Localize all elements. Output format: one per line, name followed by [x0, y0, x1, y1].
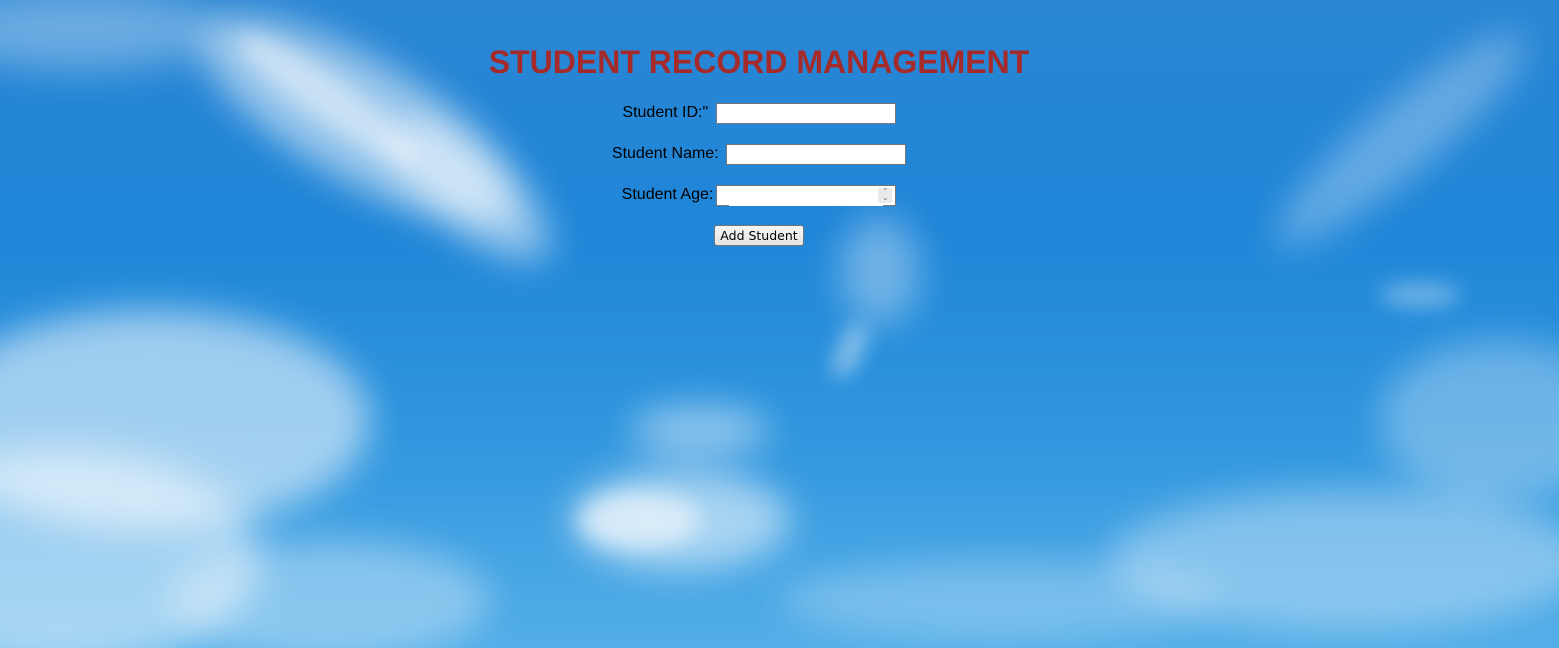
page-title: STUDENT RECORD MANAGEMENT — [488, 44, 1030, 80]
add-student-button[interactable]: Add Student — [714, 225, 804, 246]
student-age-field[interactable]: ⌃ ⌄ — [716, 184, 897, 206]
spinner-up-down-icon[interactable]: ⌃ ⌄ — [878, 187, 893, 203]
student-id-input[interactable] — [715, 102, 896, 124]
student-id-row: Student ID:" — [0, 102, 1518, 124]
student-age-label: Student Age: — [621, 186, 714, 203]
student-name-label: Student Name: — [611, 145, 719, 162]
student-age-row: Student Age: ⌃ ⌄ — [0, 184, 1518, 206]
student-name-input[interactable] — [726, 143, 907, 165]
page: STUDENT RECORD MANAGEMENT Student ID:" S… — [0, 0, 1559, 648]
student-id-label: Student ID:" — [622, 104, 709, 121]
spinner-down-icon[interactable]: ⌄ — [878, 194, 892, 202]
button-row: Add Student — [0, 225, 1518, 246]
student-name-row: Student Name: — [0, 143, 1518, 165]
student-age-input[interactable] — [729, 186, 884, 206]
